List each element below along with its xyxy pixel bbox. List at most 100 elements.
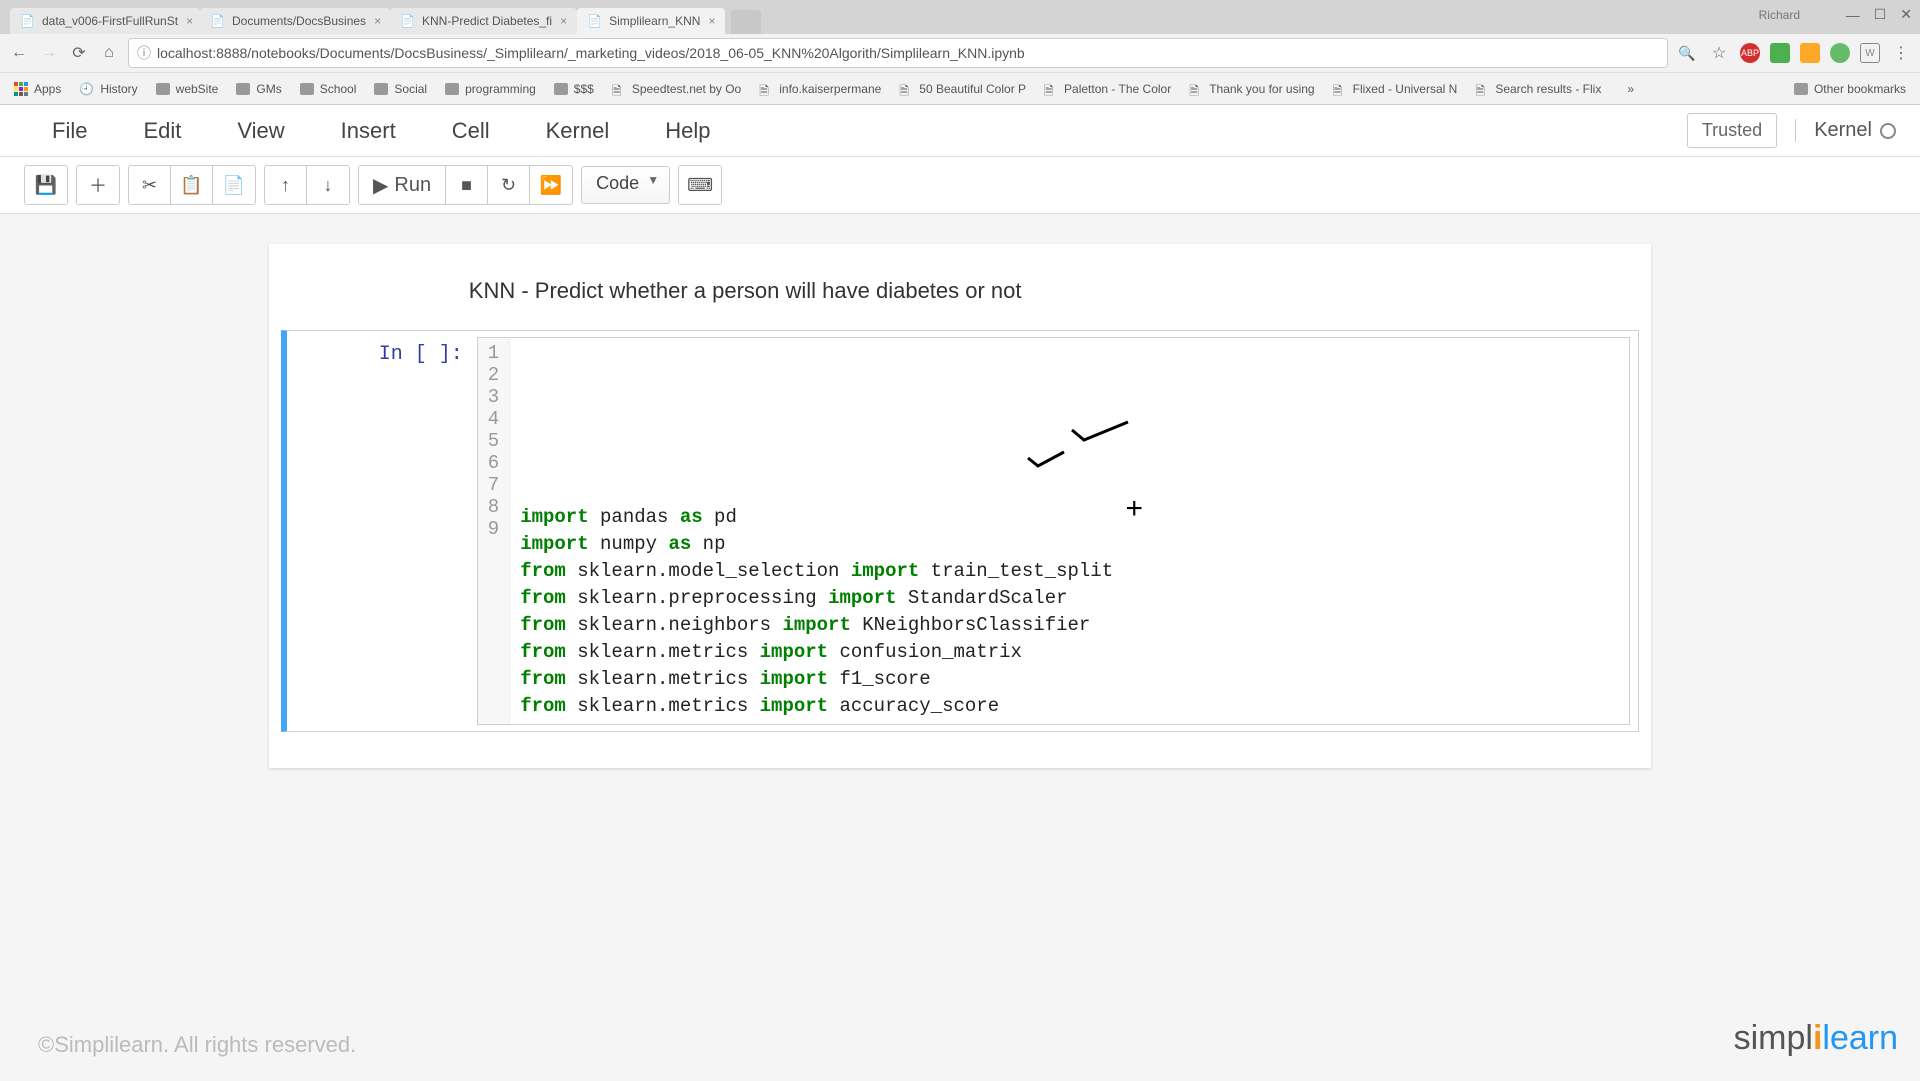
bookmark-label: Social	[394, 82, 427, 96]
bookmark-item[interactable]: GMs	[236, 82, 281, 96]
ext3-icon[interactable]	[1830, 43, 1850, 63]
apps-button[interactable]: Apps	[14, 82, 61, 96]
tab-favicon: 📄	[400, 14, 414, 28]
bookmark-item[interactable]: 🗎Paletton - The Color	[1044, 82, 1171, 96]
bookmark-item[interactable]: 🕘History	[79, 82, 137, 96]
bookmark-label: 50 Beautiful Color P	[919, 82, 1026, 96]
tab-label: Simplilearn_KNN	[609, 14, 700, 28]
markdown-cell[interactable]: KNN - Predict whether a person will have…	[269, 270, 1651, 324]
line-number: 4	[488, 408, 499, 430]
bookmark-item[interactable]: School	[300, 82, 357, 96]
bookmark-overflow-icon[interactable]: »	[1627, 82, 1634, 96]
folder-icon	[300, 83, 314, 95]
browser-tab[interactable]: 📄data_v006-FirstFullRunSt×	[10, 8, 200, 34]
add-cell-button[interactable]: ＋	[77, 166, 119, 204]
reload-icon[interactable]: ⟳	[68, 42, 90, 64]
menu-insert[interactable]: Insert	[313, 108, 424, 153]
bookmark-label: Search results - Flix	[1495, 82, 1601, 96]
code-line[interactable]: from sklearn.neighbors import KNeighbors…	[520, 612, 1113, 639]
maximize-icon[interactable]: ☐	[1874, 6, 1887, 23]
tab-close-icon[interactable]: ×	[708, 14, 715, 28]
bookmark-item[interactable]: 🗎Speedtest.net by Oo	[612, 82, 741, 96]
favicon-icon: 🗎	[899, 82, 913, 96]
menu-icon[interactable]: ⋮	[1890, 42, 1912, 64]
menu-edit[interactable]: Edit	[115, 108, 209, 153]
line-number: 2	[488, 364, 499, 386]
move-up-button[interactable]: ↑	[265, 166, 307, 204]
other-bookmarks[interactable]: Other bookmarks	[1794, 82, 1906, 96]
tab-close-icon[interactable]: ×	[560, 14, 567, 28]
notebook-area: KNN - Predict whether a person will have…	[0, 214, 1920, 798]
ext2-icon[interactable]	[1800, 43, 1820, 63]
save-button[interactable]: 💾	[25, 166, 67, 204]
folder-icon	[156, 83, 170, 95]
cut-button[interactable]: ✂	[129, 166, 171, 204]
copy-button[interactable]: 📋	[171, 166, 213, 204]
minimize-icon[interactable]: —	[1846, 7, 1860, 23]
bookmark-item[interactable]: webSite	[156, 82, 219, 96]
menu-kernel[interactable]: Kernel	[518, 108, 638, 153]
bookmark-item[interactable]: 🗎Thank you for using	[1189, 82, 1314, 96]
zoom-icon[interactable]: 🔍	[1676, 42, 1698, 64]
code-line[interactable]: from sklearn.preprocessing import Standa…	[520, 585, 1113, 612]
code-line[interactable]: from sklearn.metrics import f1_score	[520, 666, 1113, 693]
menu-help[interactable]: Help	[637, 108, 738, 153]
bookmark-item[interactable]: $$$	[554, 82, 594, 96]
code-editor[interactable]: 123456789 + import pandas as pdimport nu…	[477, 337, 1630, 725]
menu-file[interactable]: File	[24, 108, 115, 153]
jupyter-app: FileEditViewInsertCellKernelHelp Trusted…	[0, 105, 1920, 1081]
stop-button[interactable]: ■	[446, 166, 488, 204]
code-line[interactable]: from sklearn.model_selection import trai…	[520, 558, 1113, 585]
bookmark-label: info.kaiserpermane	[779, 82, 881, 96]
restart-button[interactable]: ↻	[488, 166, 530, 204]
bookmark-item[interactable]: Social	[374, 82, 427, 96]
bookmark-item[interactable]: 🗎Search results - Flix	[1475, 82, 1601, 96]
code-line[interactable]: from sklearn.metrics import confusion_ma…	[520, 639, 1113, 666]
menu-view[interactable]: View	[209, 108, 312, 153]
code-content[interactable]: + import pandas as pdimport numpy as npf…	[510, 338, 1123, 724]
bookmark-label: School	[320, 82, 357, 96]
bookmark-item[interactable]: programming	[445, 82, 536, 96]
browser-tab[interactable]: 📄Documents/DocsBusines×	[200, 8, 390, 34]
star-icon[interactable]: ☆	[1708, 42, 1730, 64]
paste-button[interactable]: 📄	[213, 166, 255, 204]
tab-close-icon[interactable]: ×	[186, 14, 193, 28]
checkmark-annotation-2	[1026, 450, 1066, 470]
home-icon[interactable]: ⌂	[98, 42, 120, 64]
code-line[interactable]: from sklearn.metrics import accuracy_sco…	[520, 693, 1113, 720]
run-all-button[interactable]: ⏩	[530, 166, 572, 204]
history-icon: 🕘	[79, 82, 94, 96]
forward-icon[interactable]: →	[38, 42, 60, 64]
cell-type-select[interactable]: Code	[581, 166, 670, 204]
new-tab-button[interactable]	[731, 10, 761, 34]
tab-close-icon[interactable]: ×	[374, 14, 381, 28]
tab-label: data_v006-FirstFullRunSt	[42, 14, 178, 28]
bookmark-item[interactable]: 🗎Flixed - Universal N	[1333, 82, 1458, 96]
ext1-icon[interactable]	[1770, 43, 1790, 63]
kernel-idle-icon	[1880, 123, 1896, 139]
command-palette-button[interactable]: ⌨	[679, 166, 721, 204]
line-number: 1	[488, 342, 499, 364]
folder-icon	[374, 83, 388, 95]
move-down-button[interactable]: ↓	[307, 166, 349, 204]
tab-favicon: 📄	[210, 14, 224, 28]
folder-icon	[1794, 83, 1808, 95]
browser-tab[interactable]: 📄KNN-Predict Diabetes_fi×	[390, 8, 577, 34]
bookmark-item[interactable]: 🗎info.kaiserpermane	[759, 82, 881, 96]
trusted-badge[interactable]: Trusted	[1687, 113, 1777, 148]
menu-cell[interactable]: Cell	[424, 108, 518, 153]
code-line[interactable]: import numpy as np	[520, 531, 1113, 558]
apps-icon	[14, 82, 28, 96]
code-cell[interactable]: In [ ]: 123456789 + import pandas as pdi…	[281, 330, 1639, 732]
url-input[interactable]: ⓘ localhost:8888/notebooks/Documents/Doc…	[128, 38, 1668, 68]
bookmark-item[interactable]: 🗎 50 Beautiful Color P	[899, 82, 1026, 96]
line-number: 9	[488, 518, 499, 540]
browser-user: Richard	[1759, 8, 1800, 22]
browser-tab[interactable]: 📄Simplilearn_KNN×	[577, 8, 725, 34]
back-icon[interactable]: ←	[8, 42, 30, 64]
run-button[interactable]: ▶ Run	[359, 166, 446, 204]
code-line[interactable]: import pandas as pd	[520, 504, 1113, 531]
ext4-icon[interactable]: W	[1860, 43, 1880, 63]
close-icon[interactable]: ✕	[1900, 6, 1912, 23]
adblock-icon[interactable]: ABP	[1740, 43, 1760, 63]
